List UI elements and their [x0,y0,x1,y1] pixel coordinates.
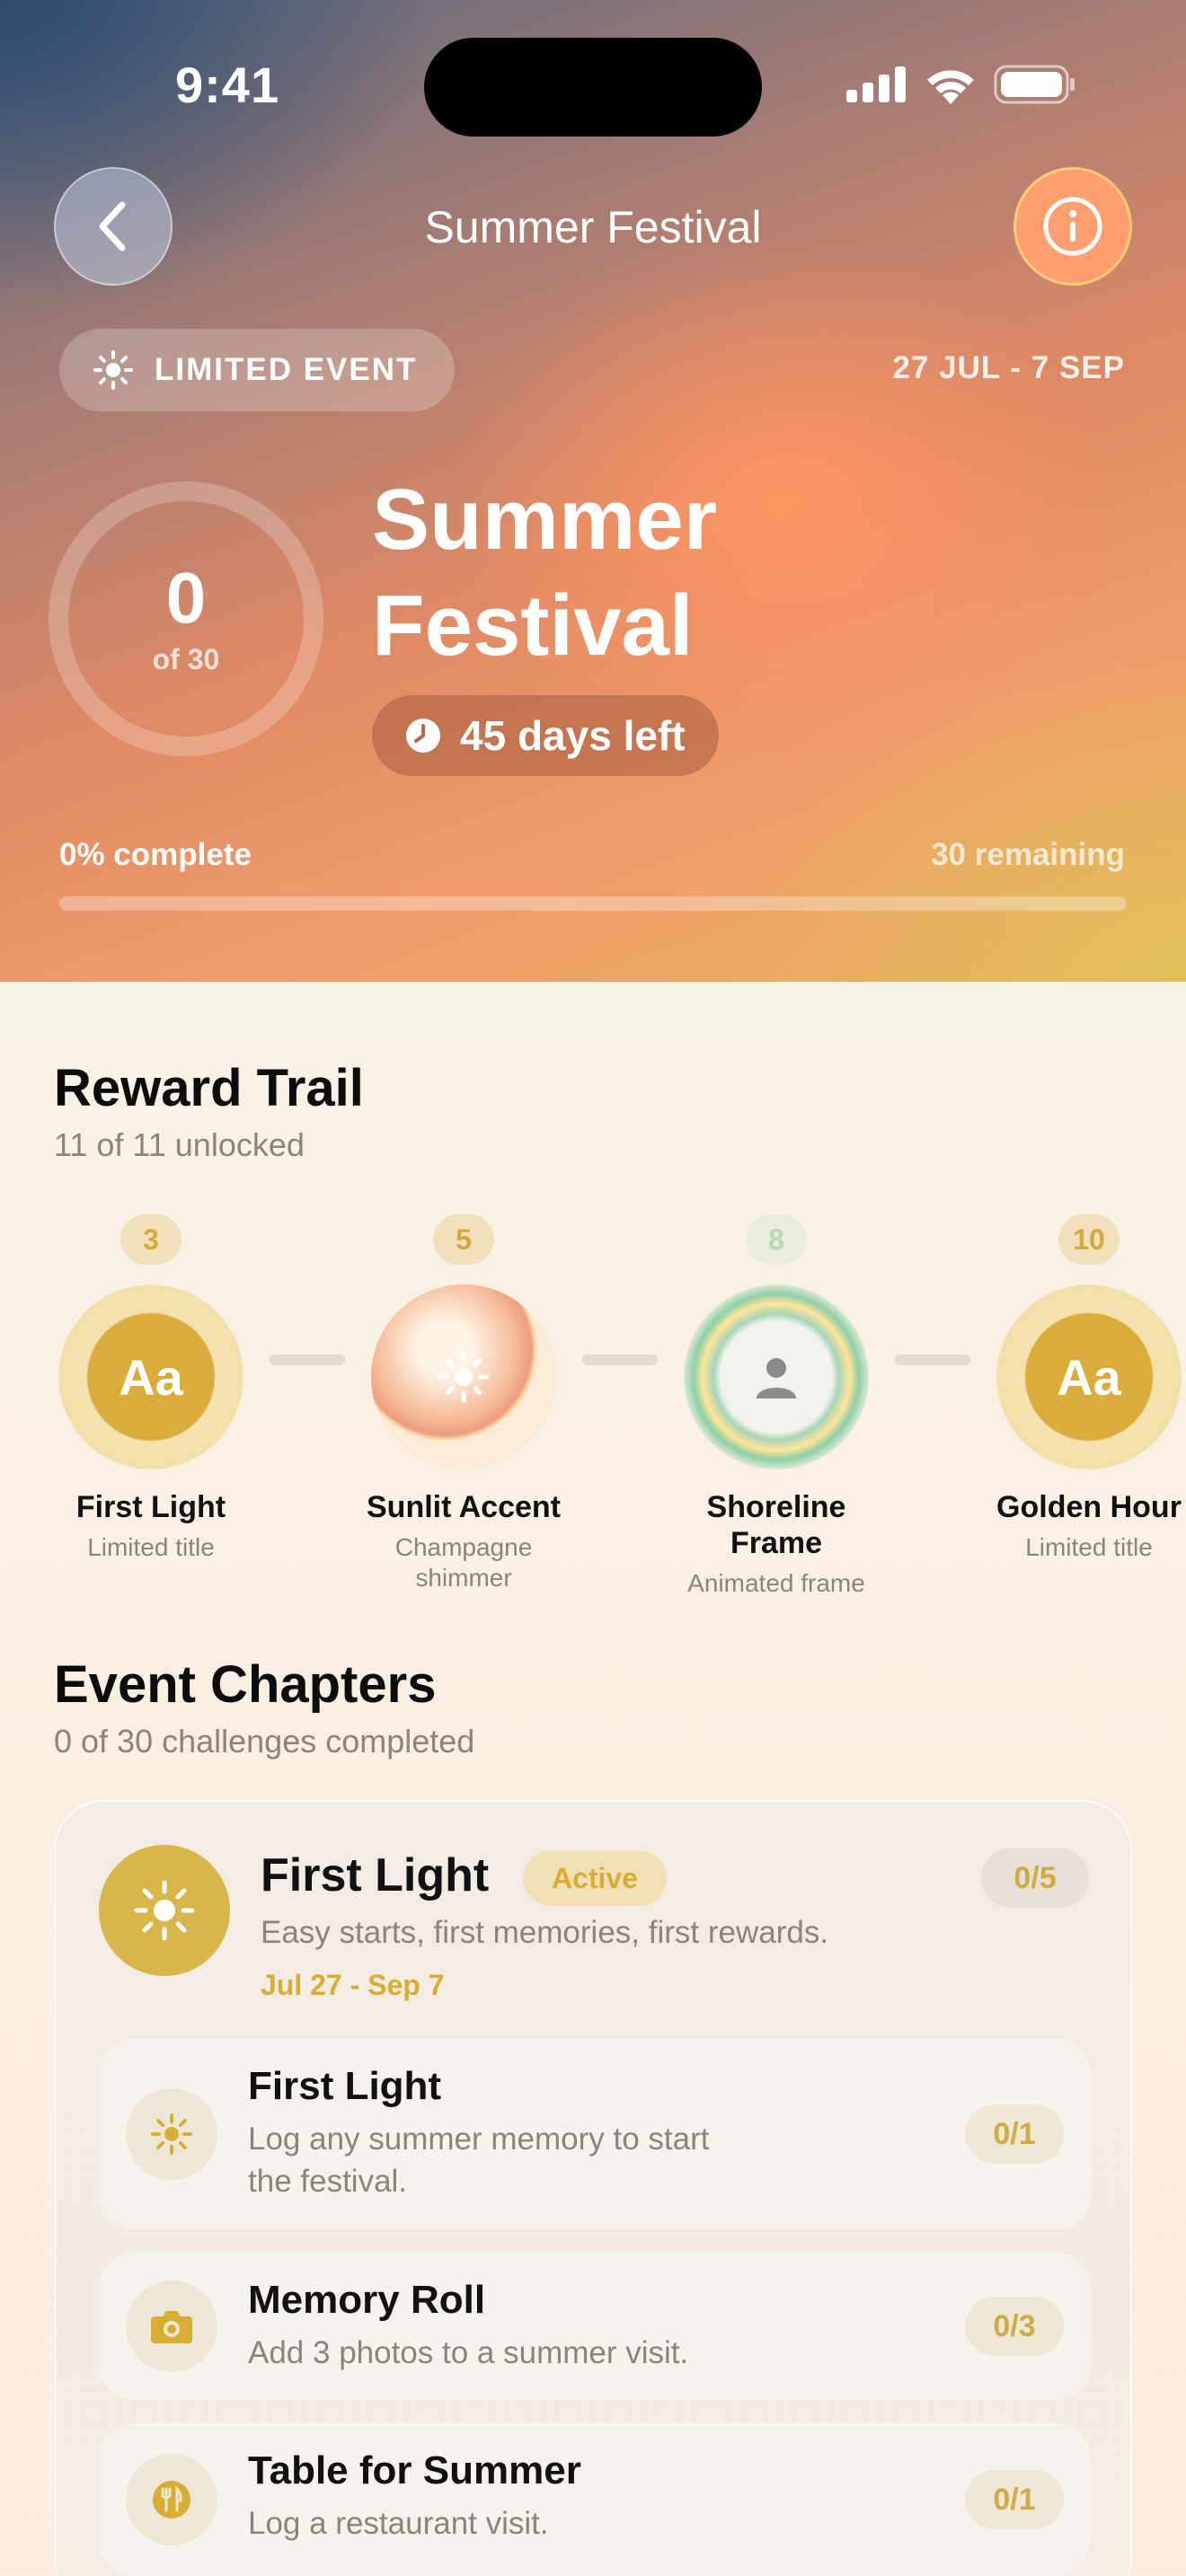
chapter-title: First Light [261,1849,490,1901]
chapter-count: 0/5 [981,1848,1089,1908]
reward-glyph: Aa [119,1348,183,1406]
chapter-sun-icon [99,1845,230,1976]
reward-item[interactable]: 5 Sunlit Accent Champagne shimmer [329,1214,598,1593]
chapters-subtitle: 0 of 30 challenges completed [54,1723,475,1760]
reward-name: Sunlit Accent [367,1490,561,1524]
challenge-count: 0/1 [965,2104,1064,2164]
reward-trail-title: Reward Trail [54,1059,364,1117]
person-icon [757,1358,796,1398]
info-button[interactable] [1013,167,1132,286]
reward-trail-subtitle: 11 of 11 unlocked [54,1126,305,1163]
challenge-name: Table for Summer [248,2448,581,2492]
challenge-row[interactable]: Memory Roll Add 3 photos to a summer vis… [99,2253,1091,2400]
reward-name-line1: Shoreline [706,1490,846,1524]
reward-description: Champagne shimmer [329,1532,598,1593]
event-title-line2: Festival [372,578,694,674]
sun-icon [93,350,133,390]
challenge-icon [126,2280,217,2372]
chapter-dates: Jul 27 - Sep 7 [261,1969,445,2001]
event-title-line1: Summer [372,472,718,568]
reward-level: 10 [1058,1214,1120,1265]
challenge-icon [126,2088,217,2180]
challenge-name: Memory Roll [248,2278,486,2322]
days-left-badge: 45 days left [372,695,719,776]
status-time: 9:41 [175,57,280,113]
challenge-row[interactable]: Table for Summer Log a restaurant visit.… [99,2423,1091,2576]
challenge-row[interactable]: First Light Log any summer memory to sta… [99,2039,1091,2229]
reward-glyph: Aa [1057,1348,1121,1406]
days-left-label: 45 days left [460,712,686,759]
challenge-count: 0/3 [965,2297,1064,2356]
title-badge-icon: Aa [996,1284,1182,1469]
challenge-icon [126,2454,217,2545]
progress-ring: 0 of 30 [49,481,323,756]
accent-sun-icon [371,1284,556,1469]
chapter-description: Easy starts, first memories, first rewar… [261,1915,829,1950]
reward-level: 3 [120,1214,181,1265]
sun-icon [134,1880,195,1941]
challenge-name: First Light [248,2064,442,2108]
challenge-description: Log a restaurant visit. [248,2506,549,2541]
reward-description: Limited title [1025,1533,1153,1561]
reward-description-line1: Champagne [394,1533,533,1561]
status-icons [846,65,1076,104]
progress-ring-value: 0 [165,557,207,638]
reward-item[interactable]: 8 Shoreline Frame Animated frame [642,1214,911,1599]
progress-ring-total: of 30 [152,642,220,675]
chapters-title: Event Chapters [54,1655,437,1714]
reward-level: 5 [433,1214,494,1265]
limited-event-label: LIMITED EVENT [155,352,418,387]
reward-description: Animated frame [687,1569,865,1597]
sun-icon [438,1351,490,1403]
chapter-status-badge: Active [523,1850,667,1906]
reward-name: Shoreline Frame [642,1489,911,1561]
event-title: Summer Festival [372,467,1001,679]
sun-icon [151,2113,192,2155]
challenge-count: 0/1 [965,2470,1064,2529]
camera-icon [151,2311,192,2343]
reward-description: Limited title [87,1533,215,1561]
event-date-range: 27 JUL - 7 SEP [892,350,1125,385]
reward-level: 8 [746,1214,807,1265]
reward-description-line2: shimmer [415,1564,512,1592]
challenge-description-line1: Log any summer memory to start [248,2122,710,2157]
challenge-description: Log any summer memory to start the festi… [248,2118,805,2202]
frame-badge-icon [684,1284,869,1469]
progress-bar [59,896,1127,911]
utensils-icon [153,2481,190,2519]
reward-name-line2: Frame [730,1526,823,1560]
reward-name: First Light [75,1490,226,1524]
challenge-description-line2: the festival. [248,2164,408,2199]
nav-title: Summer Festival [424,202,762,252]
percent-complete: 0% complete [59,837,252,872]
dynamic-island [424,38,762,137]
battery-icon [994,65,1075,104]
event-hero: 9:41 Summer Festival LIMITED EVENT 27 JU… [0,0,1186,982]
chapter-card[interactable]: First Light Active 0/5 Easy starts, firs… [54,1800,1132,2576]
reward-name: Golden Hour [996,1490,1182,1524]
signal-icon [846,66,906,102]
wifi-icon [927,70,974,104]
clock-icon [406,719,440,753]
reward-item[interactable]: 3 Aa First Light Limited title [16,1214,286,1563]
info-icon [1043,197,1102,256]
remaining-count: 30 remaining [931,837,1125,872]
challenge-description: Add 3 photos to a summer visit. [248,2335,689,2370]
title-badge-icon: Aa [58,1284,243,1469]
reward-item[interactable]: 10 Aa Golden Hour Limited title [954,1214,1186,1563]
limited-event-badge: LIMITED EVENT [59,329,455,411]
